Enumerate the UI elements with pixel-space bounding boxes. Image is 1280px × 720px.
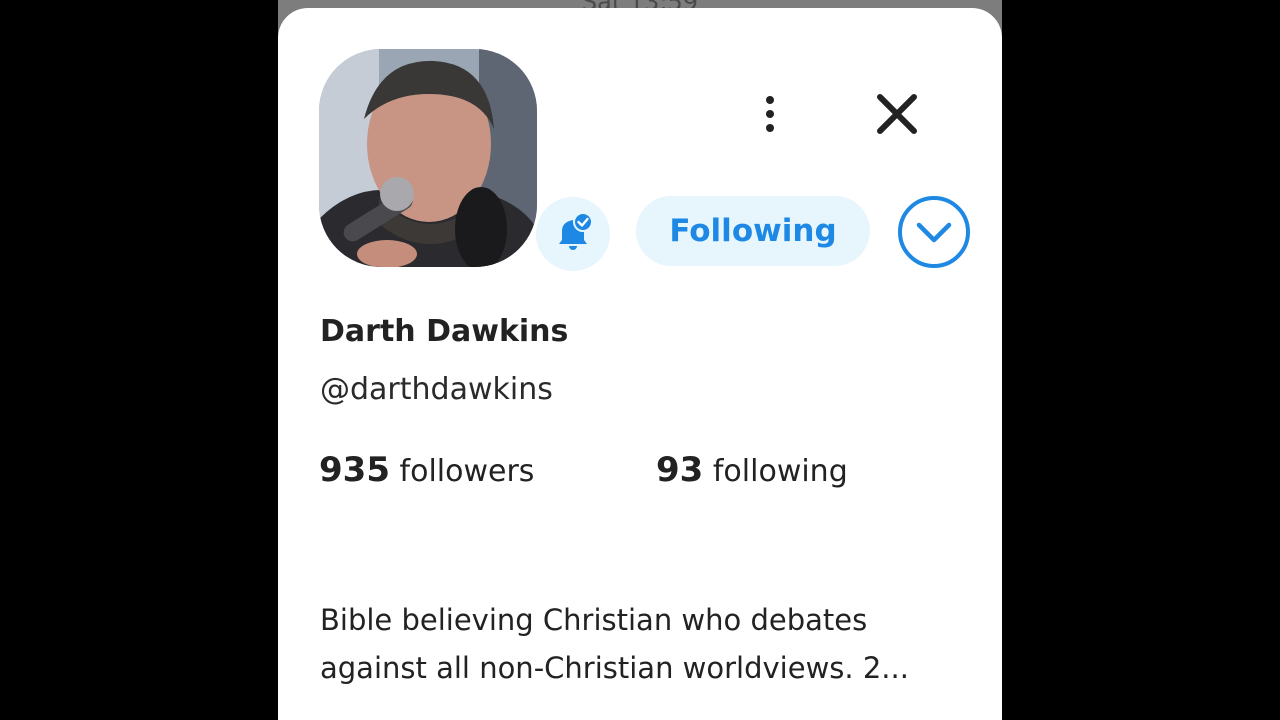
followers-stat[interactable]: 935 followers: [319, 450, 534, 490]
bio-line: Bible believing Christian who debates: [320, 603, 868, 637]
following-button[interactable]: Following: [636, 196, 870, 266]
avatar: [319, 49, 537, 267]
profile-card: Following Darth Dawkins @darthdawkins 93…: [278, 8, 1002, 720]
following-label: following: [712, 454, 848, 489]
notification-bell-button[interactable]: [536, 197, 610, 271]
username-handle: @darthdawkins: [320, 372, 553, 407]
chevron-down-icon: [898, 196, 970, 268]
close-icon: [877, 94, 917, 134]
followers-label: followers: [399, 454, 535, 489]
display-name: Darth Dawkins: [320, 314, 569, 349]
notification-bell-check-icon: [559, 212, 593, 250]
followers-count: 935: [319, 450, 390, 490]
following-stat[interactable]: 93 following: [656, 450, 848, 490]
close-button[interactable]: [873, 90, 921, 138]
expand-options-button[interactable]: [896, 194, 972, 270]
more-options-button[interactable]: [750, 92, 790, 136]
following-count: 93: [656, 450, 704, 490]
phone-screen: Sat 13:59: [278, 0, 1002, 720]
bio[interactable]: Bible believing Christian who debates ag…: [320, 596, 970, 692]
more-vertical-icon: [766, 96, 774, 104]
bio-line: against all non-Christian worldviews. 2.…: [320, 651, 909, 685]
